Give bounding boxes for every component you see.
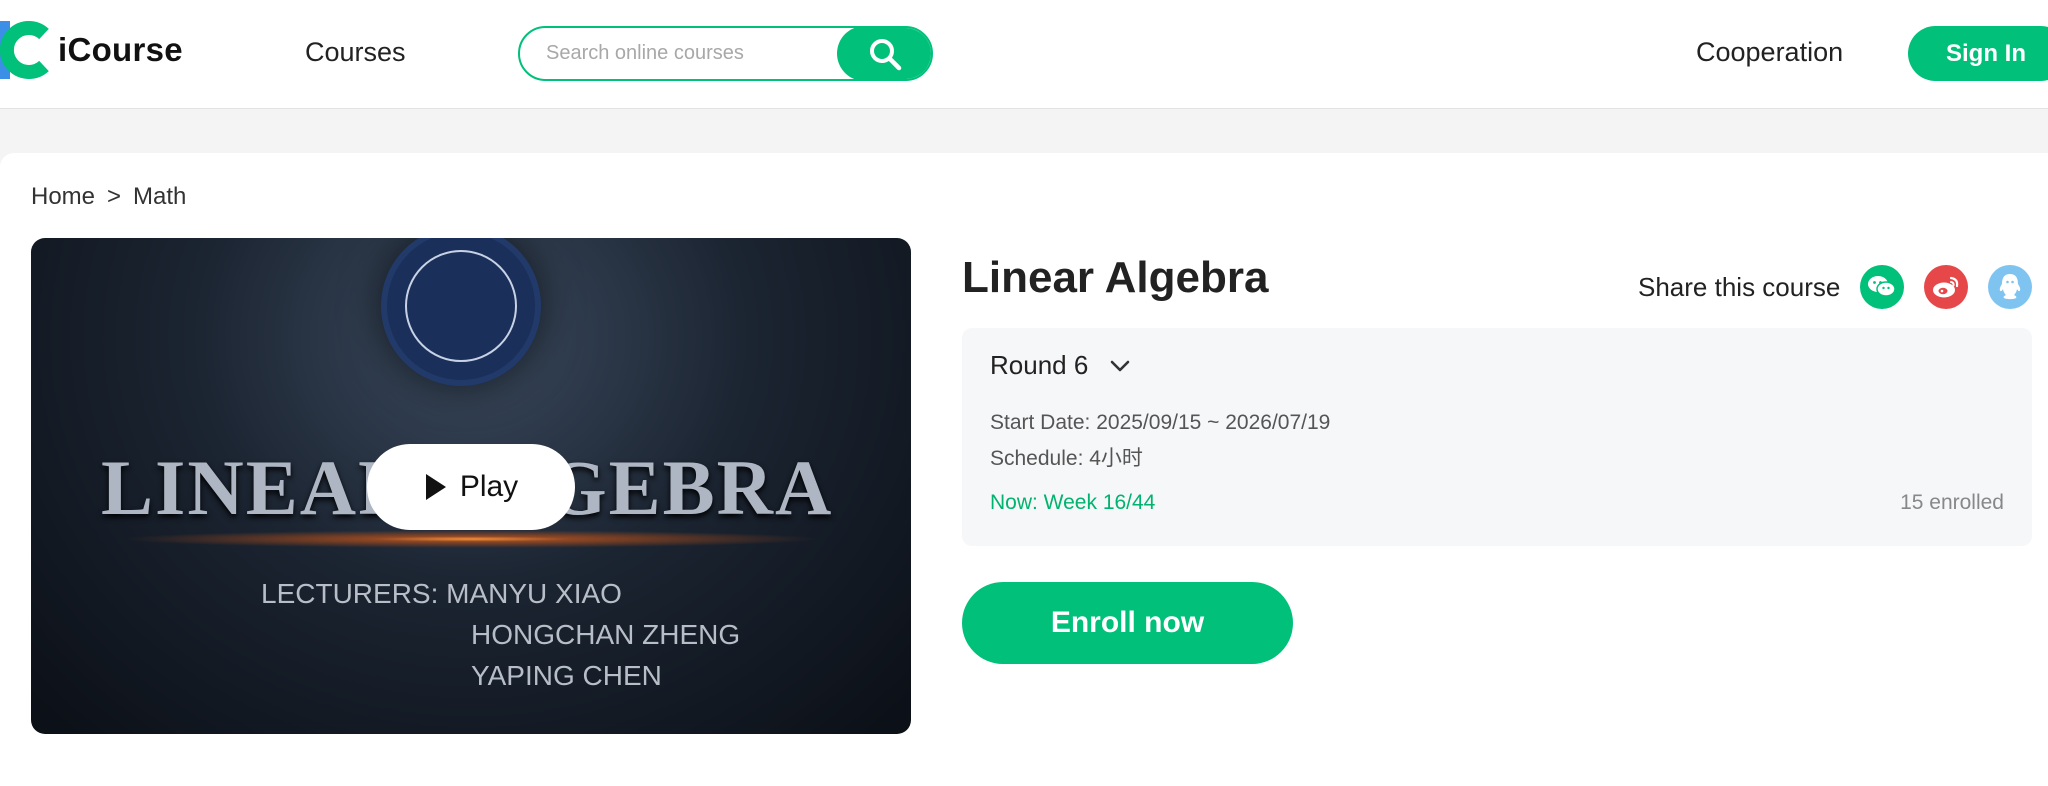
header: iCourse Courses Cooperation Sign In bbox=[0, 0, 2048, 109]
share-label: Share this course bbox=[1638, 271, 1841, 302]
course-card: Home > Math LINEAR ALGEBRA LECTURERS: MA… bbox=[0, 153, 2048, 786]
search-input[interactable] bbox=[546, 28, 846, 79]
logo-text: iCourse bbox=[58, 31, 183, 68]
breadcrumb-separator: > bbox=[107, 183, 122, 210]
signin-button[interactable]: Sign In bbox=[1908, 26, 2048, 81]
search-icon bbox=[870, 38, 902, 70]
enroll-button[interactable]: Enroll now bbox=[962, 582, 1293, 664]
round-select[interactable]: Round 6 bbox=[990, 350, 1130, 381]
logo-c-icon bbox=[0, 21, 49, 79]
play-icon bbox=[425, 474, 446, 500]
chevron-down-icon bbox=[1111, 360, 1130, 371]
current-week: Now: Week 16/44 bbox=[990, 491, 1156, 514]
round-details: Start Date: 2025/09/15 ~ 2026/07/19 Sche… bbox=[990, 405, 1330, 477]
video-lecturers: LECTURERS: MANYU XIAO HONGCHAN ZHENG YAP… bbox=[261, 573, 740, 696]
play-button[interactable]: Play bbox=[367, 444, 575, 530]
breadcrumb-current[interactable]: Math bbox=[133, 183, 186, 211]
university-seal bbox=[381, 238, 541, 386]
search-button[interactable] bbox=[837, 28, 931, 79]
qq-share-button[interactable] bbox=[1988, 265, 2033, 309]
seal-inner-ring bbox=[405, 250, 517, 362]
qq-icon bbox=[2000, 274, 2021, 300]
wechat-icon bbox=[1868, 276, 1897, 297]
weibo-icon bbox=[1933, 276, 1959, 298]
course-title: Linear Algebra bbox=[962, 253, 1269, 302]
breadcrumb-home[interactable]: Home bbox=[31, 183, 95, 211]
share-section: Share this course bbox=[1638, 265, 2033, 309]
breadcrumb: Home > Math bbox=[31, 183, 186, 211]
enrolled-count: 15 enrolled bbox=[1900, 491, 2004, 514]
wechat-share-button[interactable] bbox=[1860, 265, 1905, 309]
logo[interactable]: iCourse bbox=[0, 20, 183, 80]
nav-courses[interactable]: Courses bbox=[305, 37, 406, 68]
schedule: Schedule: 4小时 bbox=[990, 447, 1143, 470]
round-info-panel: Round 6 Start Date: 2025/09/15 ~ 2026/07… bbox=[962, 328, 2032, 546]
lens-flare bbox=[121, 530, 821, 548]
start-date: Start Date: 2025/09/15 ~ 2026/07/19 bbox=[990, 411, 1331, 434]
lecturers-line-2: HONGCHAN ZHENG bbox=[471, 619, 741, 650]
weibo-share-button[interactable] bbox=[1924, 265, 1969, 309]
play-label: Play bbox=[459, 470, 519, 503]
nav-cooperation[interactable]: Cooperation bbox=[1696, 37, 1843, 68]
video-player[interactable]: LINEAR ALGEBRA LECTURERS: MANYU XIAO HON… bbox=[31, 238, 911, 734]
lecturers-line-3: YAPING CHEN bbox=[471, 660, 662, 691]
lecturers-line-1: LECTURERS: MANYU XIAO bbox=[261, 578, 622, 609]
search-bar bbox=[518, 26, 933, 81]
round-label: Round 6 bbox=[990, 350, 1089, 380]
